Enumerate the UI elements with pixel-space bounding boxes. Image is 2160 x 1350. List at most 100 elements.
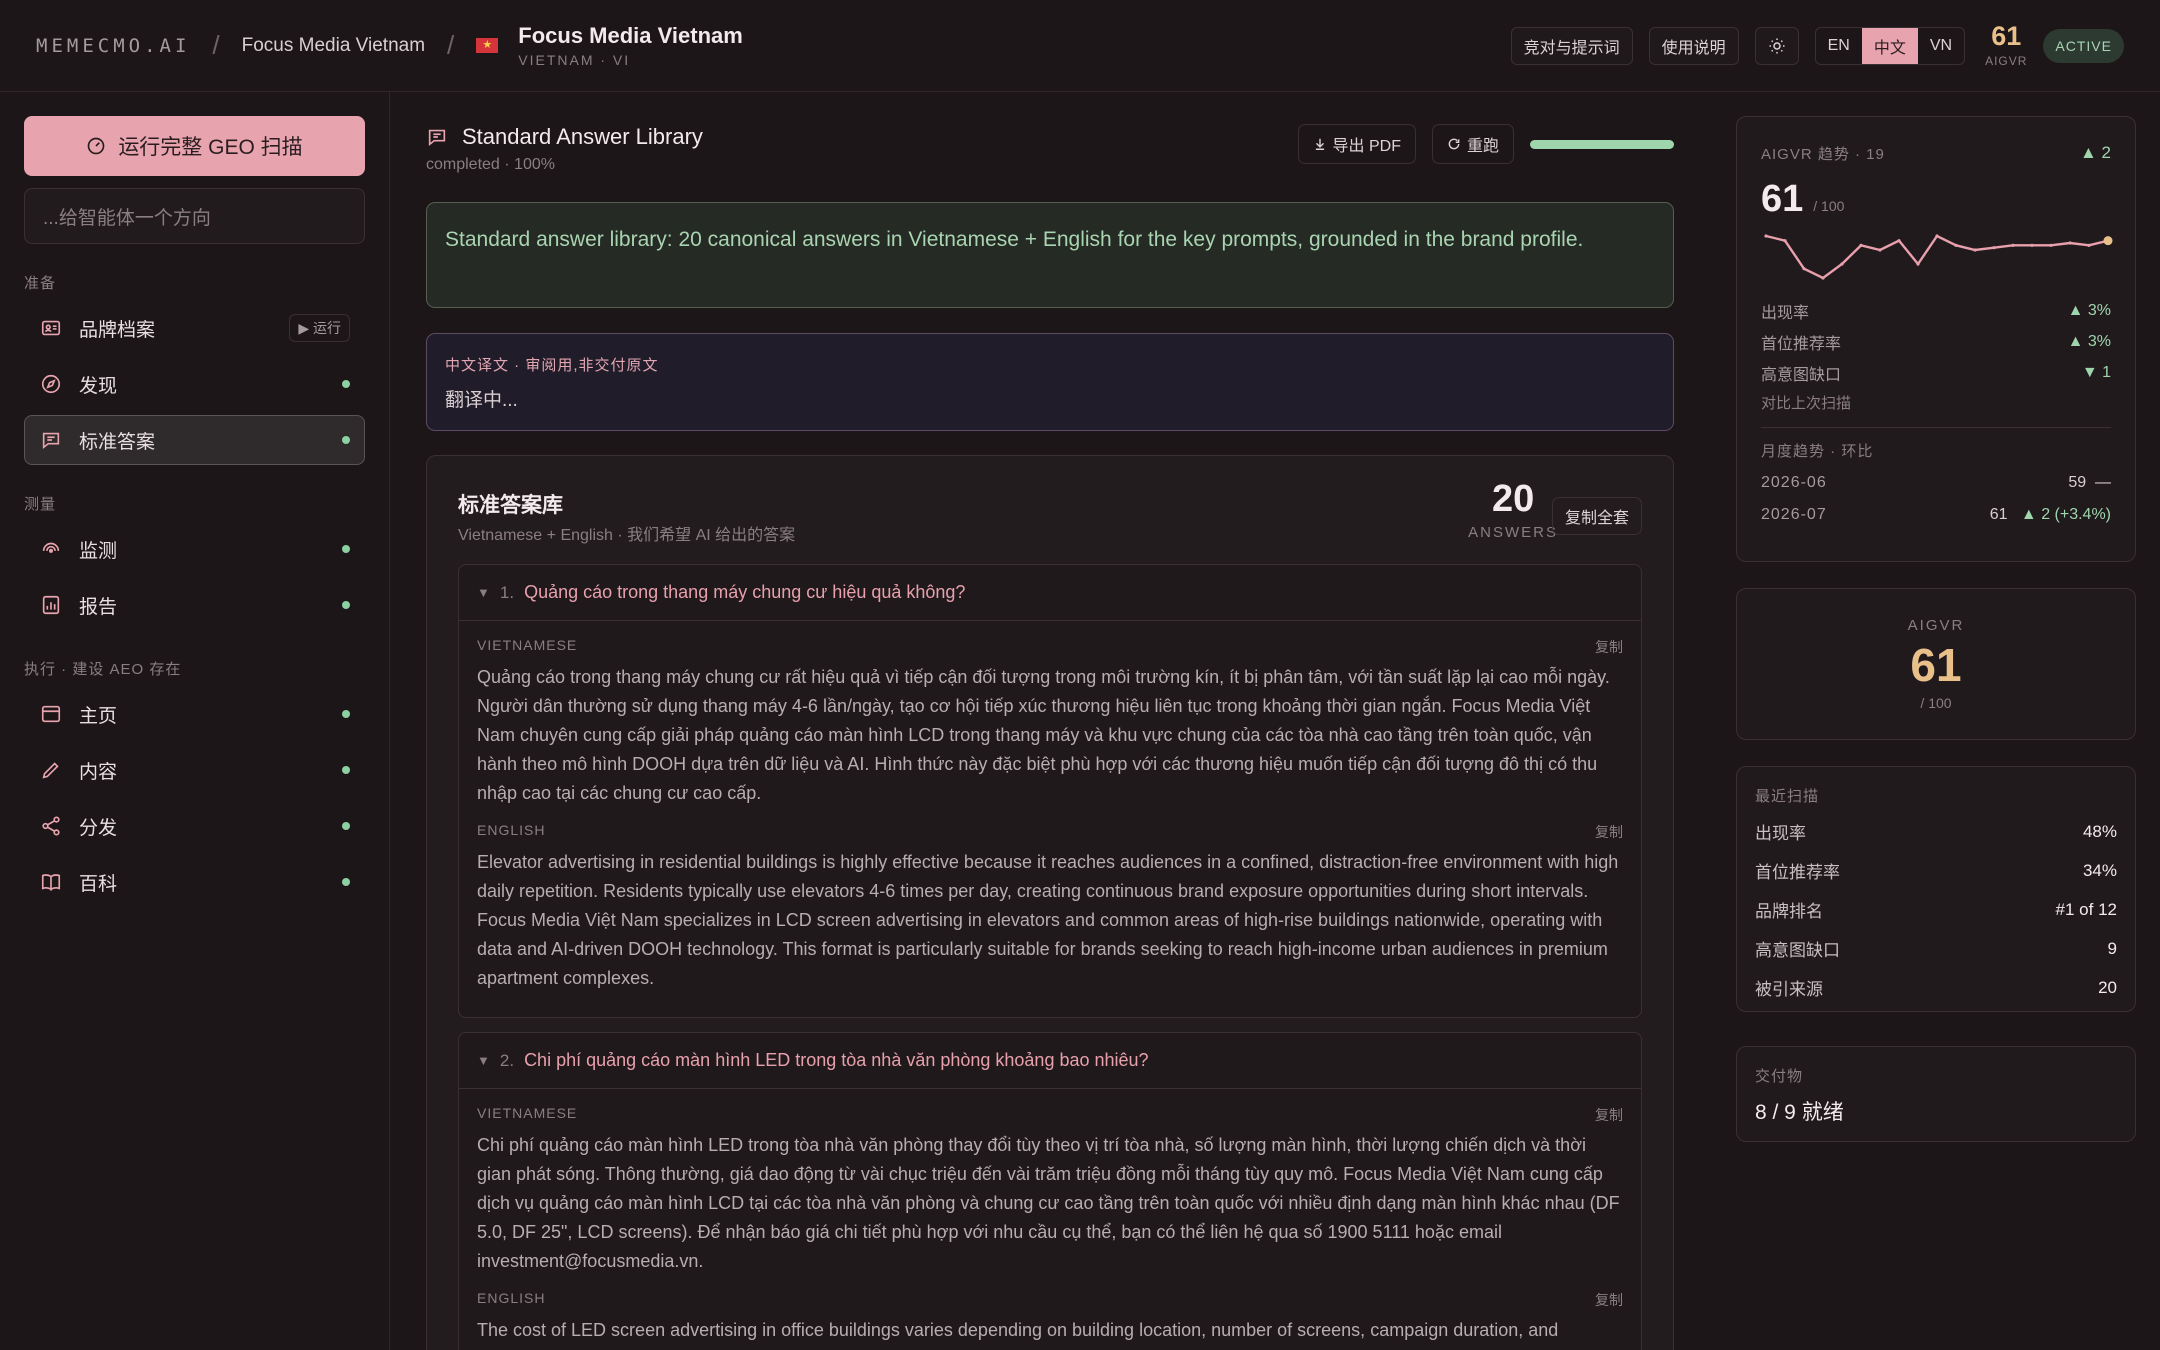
sparkline-path [1765, 234, 2109, 280]
status-badge: ACTIVE [2043, 28, 2124, 63]
export-pdf-button[interactable]: 导出 PDF [1297, 124, 1416, 164]
status-dot [342, 822, 350, 830]
agent-direction-input[interactable]: ...给智能体一个方向 [24, 188, 365, 244]
sidebar-item-content[interactable]: 内容 [24, 745, 365, 795]
breadcrumb-client[interactable]: Focus Media Vietnam [242, 35, 425, 57]
brand-logo[interactable]: MEMECMO.AI [36, 35, 190, 57]
list-item: ▼ 1. Quảng cáo trong thang máy chung cư … [458, 564, 1642, 1018]
sidebar-item-homepage[interactable]: 主页 [24, 689, 365, 739]
copy-vietnamese-button[interactable]: 复制 [1595, 637, 1623, 657]
lang-en[interactable]: EN [1816, 28, 1862, 64]
month-row: 2026-07 61 ▲ 2 (+3.4%) [1761, 499, 2111, 531]
export-pdf-label: 导出 PDF [1332, 138, 1401, 155]
month-row: 2026-06 59 — [1761, 467, 2111, 499]
lang-zh[interactable]: 中文 [1861, 27, 1918, 64]
question-number: 2. [499, 1050, 515, 1070]
question-text: Chi phí quảng cáo màn hình LED trong tòa… [524, 1050, 1149, 1070]
run-geo-scan-label: 运行完整 GEO 扫描 [118, 136, 303, 159]
copy-english-button[interactable]: 复制 [1595, 1290, 1623, 1310]
pencil-icon [39, 758, 63, 782]
scan-row: 高意图缺口 9 [1755, 929, 2117, 968]
rerun-button[interactable]: 重跑 [1431, 124, 1514, 164]
recent-scan-label: 最近扫描 [1755, 788, 1820, 805]
metric-value: ▼ 1 [2081, 363, 2111, 381]
deliverables-card: 交付物 8 / 9 就绪 [1736, 1046, 2136, 1142]
page-title: Focus Media Vietnam [518, 23, 743, 48]
sidebar-item-report[interactable]: 报告 [24, 580, 365, 630]
sidebar-item-wiki[interactable]: 百科 [24, 857, 365, 907]
month: 2026-06 [1761, 474, 1827, 491]
metric-row: 首位推荐率 ▲ 3% [1761, 326, 2111, 357]
sidebar-item-brand-profile[interactable]: 品牌档案 ▶ 运行 [24, 303, 365, 353]
trend-sparkline [1764, 234, 2113, 280]
sidebar-item-label: 百科 [79, 873, 118, 895]
scan-value: 34% [2082, 860, 2117, 880]
sparkline-point [1973, 248, 1977, 252]
book-icon [39, 870, 63, 894]
translation-label: 中文译文 · 审阅用,非交付原文 [445, 357, 659, 374]
answer-vietnamese: Quảng cáo trong thang máy chung cư rất h… [477, 667, 1610, 803]
monthly-trend-label: 月度趋势 · 环比 [1761, 443, 1874, 460]
sidebar: 运行完整 GEO 扫描 ...给智能体一个方向 准备 品牌档案 ▶ 运行 发现 … [0, 92, 390, 1350]
question-header[interactable]: ▼ 2. Chi phí quảng cáo màn hình LED tron… [459, 1033, 1641, 1089]
run-geo-scan-button[interactable]: 运行完整 GEO 扫描 [24, 116, 365, 176]
trend-score-value: 61 [1761, 178, 1804, 220]
lang-label-vietnamese: VIETNAMESE [477, 637, 578, 653]
sparkline-point [1992, 246, 1996, 250]
top-actions: 竞对与提示词 使用说明 EN 中文 VN 61 AIGVR ACTIVE [1510, 23, 2124, 68]
aigvr-score-card: AIGVR 61 / 100 [1736, 588, 2136, 740]
lang-label-vietnamese: VIETNAMESE [477, 1105, 578, 1121]
metric-label: 出现率 [1761, 304, 1810, 322]
trend-label: AIGVR 趋势 · 19 [1761, 146, 1885, 163]
scan-value: 48% [2082, 821, 2117, 841]
question-header[interactable]: ▼ 1. Quảng cáo trong thang máy chung cư … [459, 565, 1641, 621]
scan-row: 品牌排名 #1 of 12 [1755, 890, 2117, 929]
top-bar: MEMECMO.AI / Focus Media Vietnam / ★ Foc… [0, 0, 2160, 92]
breadcrumb-separator: / [447, 30, 455, 60]
lang-label-english: ENGLISH [477, 822, 546, 838]
scan-row: 被引来源 20 [1755, 968, 2117, 1007]
copy-english-button[interactable]: 复制 [1595, 822, 1623, 842]
brand-profile-run-button[interactable]: ▶ 运行 [289, 314, 350, 342]
deliverables-label: 交付物 [1755, 1068, 1804, 1085]
trend-score-max: / 100 [1813, 198, 1845, 214]
theme-toggle-button[interactable] [1754, 26, 1799, 65]
scan-value: 9 [2107, 938, 2117, 958]
copy-vietnamese-button[interactable]: 复制 [1595, 1105, 1623, 1125]
lang-vn[interactable]: VN [1918, 28, 1964, 64]
aigvr-value: 61 [1910, 639, 1962, 692]
metric-label: 首位推荐率 [1761, 335, 1842, 353]
metric-row: 高意图缺口 ▼ 1 [1761, 357, 2111, 388]
collapse-caret-icon[interactable]: ▼ [477, 585, 490, 600]
status-dot [342, 436, 350, 444]
sidebar-item-distribution[interactable]: 分发 [24, 801, 365, 851]
browser-icon [39, 702, 63, 726]
answer-count-label: ANSWERS [1468, 524, 1558, 541]
answer-vietnamese: Chi phí quảng cáo màn hình LED trong tòa… [477, 1135, 1620, 1271]
competitors-prompts-button[interactable]: 竞对与提示词 [1510, 26, 1633, 65]
status-dot [342, 601, 350, 609]
month-change: ▲ 2 (+3.4%) [2020, 506, 2111, 523]
trend-score: 61 / 100 [1761, 178, 2111, 221]
answer-lang-row: ENGLISH 复制 [477, 1290, 1623, 1310]
collapse-caret-icon[interactable]: ▼ [477, 1053, 490, 1068]
guide-button[interactable]: 使用说明 [1648, 26, 1739, 65]
vietnam-flag-icon: ★ [476, 38, 499, 53]
sidebar-item-monitor[interactable]: 监测 [24, 524, 365, 574]
sidebar-item-label: 报告 [79, 596, 118, 618]
scan-value: #1 of 12 [2055, 899, 2117, 919]
sparkline-point [2068, 241, 2072, 245]
copy-all-button[interactable]: 复制全套 [1551, 497, 1642, 535]
status-dot [342, 878, 350, 886]
sidebar-item-discover[interactable]: 发现 [24, 359, 365, 409]
question-number: 1. [499, 582, 515, 602]
metric-row: 出现率 ▲ 3% [1761, 295, 2111, 326]
sparkline-point [1821, 276, 1825, 280]
sidebar-item-label: 主页 [79, 705, 118, 727]
comparison-note: 对比上次扫描 [1761, 395, 1852, 412]
sidebar-item-standard-answers[interactable]: 标准答案 [24, 415, 365, 465]
sparkline-point [1897, 239, 1901, 243]
sparkline-point [2087, 243, 2091, 247]
share-icon [39, 814, 63, 838]
answer-library: 标准答案库 Vietnamese + English · 我们希望 AI 给出的… [426, 455, 1674, 1350]
